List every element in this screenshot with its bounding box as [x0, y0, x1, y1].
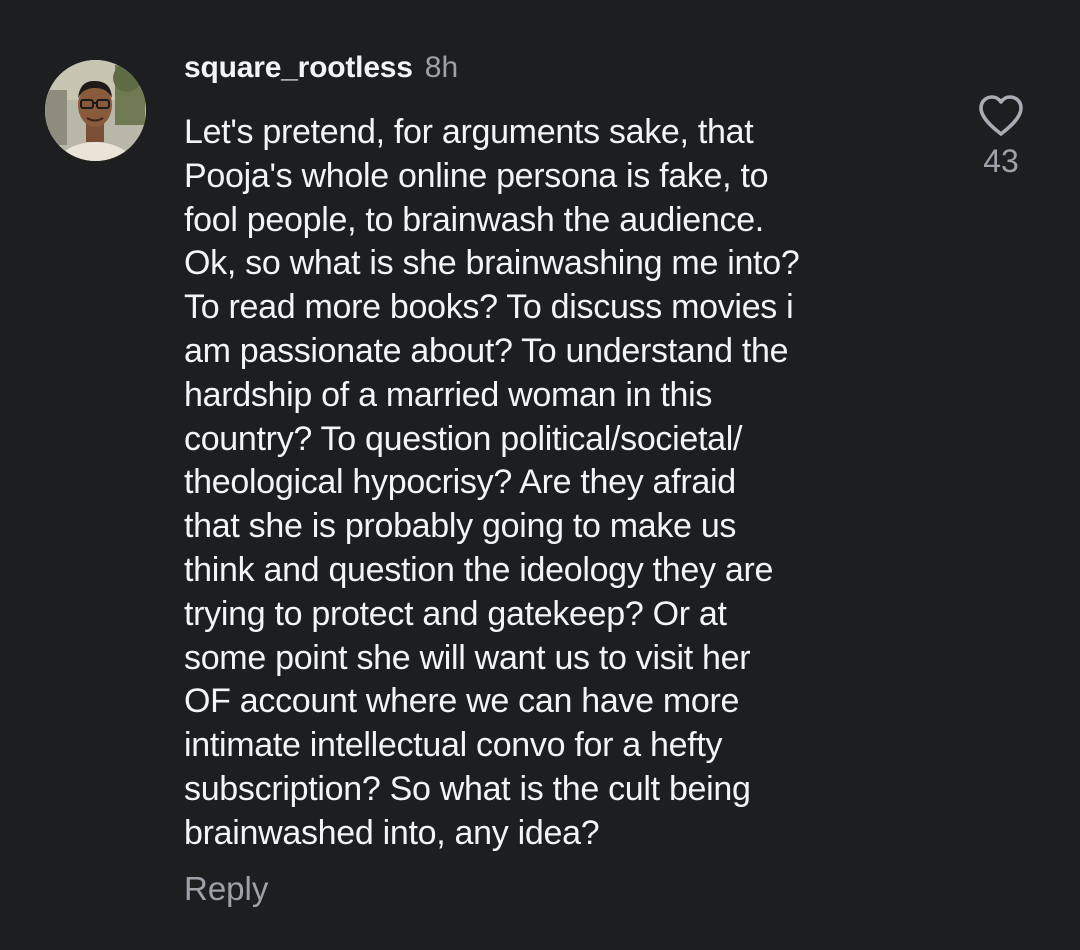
comment-line: fool people, to brainwash the audience. [184, 200, 764, 239]
timestamp: 8h [424, 51, 459, 84]
comment-line: subscription? So what is the cult being [184, 769, 751, 808]
comment-line: OF account where we can have more [184, 682, 740, 721]
comment-line: theological hypocrisy? Are they afraid [184, 463, 736, 502]
like-count: 43 [983, 143, 1019, 179]
comment-line: To read more books? To discuss movies i [184, 288, 794, 327]
comment-line: some point she will want us to visit her [184, 638, 751, 677]
user-avatar-image [45, 60, 146, 161]
comment-line: trying to protect and gatekeep? Or at [184, 594, 727, 633]
comment-line: Let's pretend, for arguments sake, that [184, 113, 754, 151]
comment-line: think and question the ideology they are [184, 550, 774, 589]
comment-line: that she is probably going to make us [184, 507, 737, 546]
username[interactable]: square_rootless [184, 51, 413, 85]
comment-line: intimate intellectual convo for a hefty [184, 726, 723, 765]
heart-outline-icon[interactable] [977, 94, 1025, 138]
like-button[interactable]: 43 [970, 94, 1032, 180]
comment-line: hardship of a married woman in this [184, 375, 713, 414]
avatar[interactable] [45, 60, 146, 161]
reply-button[interactable]: Reply [184, 870, 268, 908]
comment-line: country? To question political/societal/ [184, 419, 743, 458]
comment-text: Let's pretend, for arguments sake, that … [184, 111, 954, 856]
comment-line: Pooja's whole online persona is fake, to [184, 156, 769, 195]
comment-line: Ok, so what is she brainwashing me into? [184, 244, 800, 283]
comment-header: square_rootless 8h [184, 51, 458, 95]
comment-line: brainwashed into, any idea? [184, 813, 600, 852]
comment-line: am passionate about? To understand the [184, 331, 789, 370]
